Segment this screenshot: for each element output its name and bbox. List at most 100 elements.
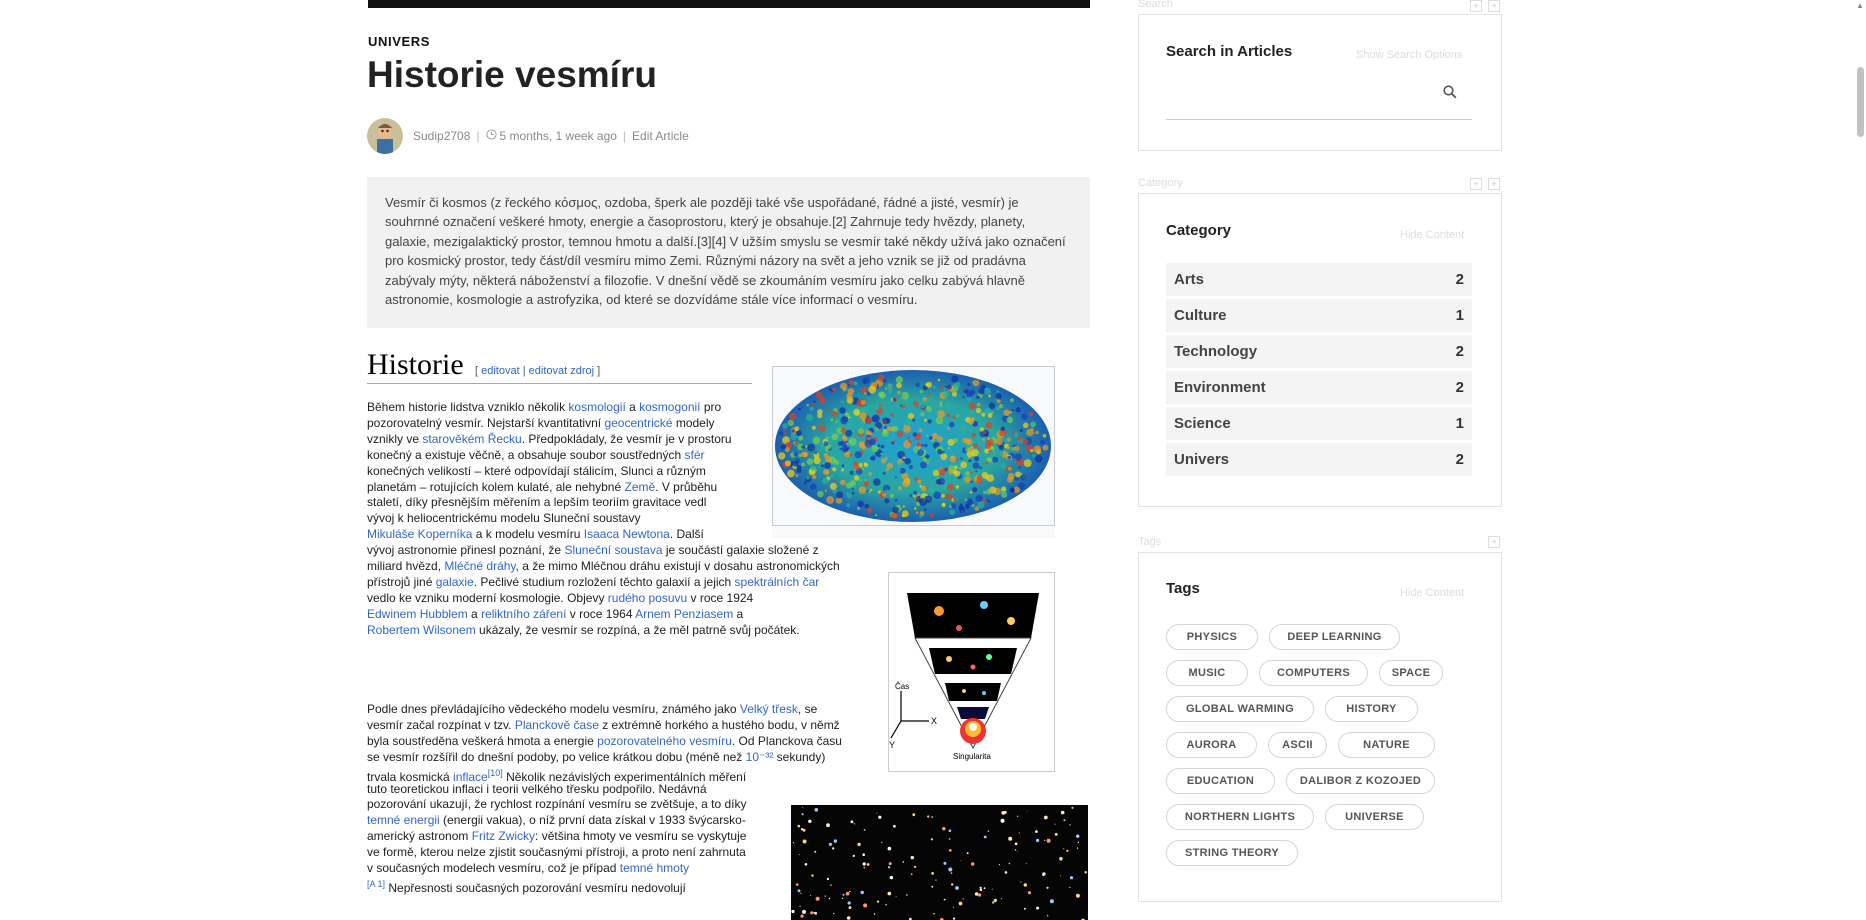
wiki-link[interactable]: galaxie [436, 575, 474, 589]
category-name: Technology [1174, 343, 1258, 360]
category-item-culture[interactable]: Culture 1 [1166, 299, 1472, 332]
category-item-arts[interactable]: Arts 2 [1166, 263, 1472, 296]
article-summary: Vesmír či kosmos (z řeckého κόσμος, ozdo… [367, 177, 1090, 328]
category-item-environment[interactable]: Environment 2 [1166, 371, 1472, 404]
tag-universe[interactable]: UNIVERSE [1325, 804, 1424, 830]
category-count: 2 [1455, 343, 1464, 360]
wiki-link[interactable]: kosmogonií [639, 400, 700, 414]
wiki-link[interactable]: pozorovatelného vesmíru [597, 734, 732, 748]
widget-toggle-icon[interactable]: + [1488, 536, 1500, 548]
wiki-link[interactable]: Isaaca Newtona [584, 527, 670, 541]
wiki-link[interactable]: Arnem Penziasem [635, 607, 733, 621]
text: vesmír začal rozpínat v tzv. [367, 717, 515, 732]
wiki-link[interactable]: Mikuláše Koperníka [367, 527, 472, 541]
wiki-link[interactable]: kosmologií [568, 400, 625, 414]
category-item-technology[interactable]: Technology 2 [1166, 335, 1472, 368]
tag-aurora[interactable]: AURORA [1166, 732, 1257, 758]
tags-widget-label: Tags [1138, 536, 1162, 548]
author-name[interactable]: Sudip2708 [413, 129, 470, 143]
wiki-link[interactable]: 10⁻³² [746, 750, 774, 764]
edit-source-link[interactable]: editovat zdroj [529, 365, 594, 377]
text: a [625, 400, 640, 414]
text: Během historie lidstva vzniklo několik [367, 400, 569, 414]
tag-nature[interactable]: NATURE [1338, 732, 1435, 758]
category-item-univers[interactable]: Univers 2 [1166, 443, 1472, 476]
widget-toggle-icon[interactable]: + [1488, 178, 1500, 190]
category-count: 2 [1455, 271, 1464, 288]
text: vývoj astronomie přinesl poznání, že [367, 543, 565, 558]
edit-article-link[interactable]: Edit Article [632, 129, 689, 143]
widget-toggle-icon[interactable]: + [1470, 178, 1482, 190]
tag-dalibor-z-kozojed[interactable]: DALIBOR Z KOZOJED [1286, 768, 1435, 794]
deep-field-image[interactable] [791, 805, 1088, 920]
wiki-link[interactable]: Planckově čase [515, 718, 599, 732]
text: tuto teoretickou inflaci i teorii velkéh… [367, 781, 707, 796]
tag-string-theory[interactable]: STRING THEORY [1166, 840, 1298, 866]
wiki-link[interactable]: geocentrické [604, 416, 672, 430]
text: staletí, díky přesnějším měřením a lepší… [367, 495, 707, 510]
axis-y-label: Y [889, 740, 895, 750]
wiki-link[interactable]: Sluneční soustava [564, 543, 662, 557]
tag-ascii[interactable]: ASCII [1268, 732, 1327, 758]
text: . Další [669, 527, 704, 542]
wiki-link[interactable]: Robertem Wilsonem [367, 623, 476, 637]
wiki-link[interactable]: Velký třesk [740, 702, 798, 716]
category-count: 1 [1455, 415, 1464, 432]
tag-global-warming[interactable]: GLOBAL WARMING [1166, 696, 1314, 722]
tag-deep-learning[interactable]: DEEP LEARNING [1269, 624, 1400, 650]
text: (energii vakua), o níž první data získal… [439, 813, 746, 828]
edit-section-link[interactable]: editovat [481, 365, 520, 377]
tag-northern-lights[interactable]: NORTHERN LIGHTS [1166, 804, 1314, 830]
wiki-link[interactable]: spektrálních čar [735, 575, 820, 589]
category-hide-link[interactable]: Hide Content [1400, 229, 1464, 241]
widget-toggle-icon[interactable]: + [1470, 0, 1482, 12]
wiki-link[interactable]: reliktního záření [481, 607, 566, 621]
search-input[interactable] [1166, 119, 1472, 120]
text: přístrojů jiné [367, 574, 436, 589]
text: v současných modelech vesmíru, což je př… [367, 861, 620, 875]
search-options-link[interactable]: Show Search Options [1356, 49, 1462, 61]
tag-education[interactable]: EDUCATION [1166, 768, 1275, 794]
universe-expansion-diagram[interactable]: Čas X Y Singularita [888, 572, 1055, 772]
text: miliard hvězd, [367, 559, 445, 573]
axis-x-label: X [931, 716, 937, 726]
wiki-link[interactable]: Země [624, 480, 655, 494]
wiki-link[interactable]: Fritz Zwicky [472, 829, 535, 843]
text: vedlo ke vzniku moderní kosmologie. Obje… [367, 590, 608, 605]
wiki-link[interactable]: Edwinem Hubblem [367, 607, 468, 621]
text: a [733, 606, 744, 621]
text: modely [672, 415, 715, 430]
wiki-link[interactable]: starověkém Řecku [422, 432, 521, 446]
category-name: Science [1174, 415, 1231, 432]
text: Nepřesnosti současných pozorování vesmír… [385, 880, 686, 895]
scrollbar-thumb[interactable] [1857, 67, 1864, 137]
text: americký astronom [367, 829, 472, 844]
scroll-up-icon[interactable]: ▲ [1856, 2, 1864, 10]
wiki-link[interactable]: temné energii [367, 813, 440, 827]
tag-computers[interactable]: COMPUTERS [1259, 660, 1368, 686]
cmb-map-image[interactable] [772, 366, 1055, 526]
avatar[interactable] [367, 118, 403, 154]
wiki-link[interactable]: Mléčné dráhy [444, 559, 515, 573]
search-icon[interactable] [1443, 85, 1457, 99]
category-item-science[interactable]: Science 1 [1166, 407, 1472, 440]
category-name: Culture [1174, 307, 1227, 324]
text: konečný a existuje věčně, a obsahuje sou… [367, 447, 685, 462]
widget-toggle-icon[interactable]: + [1488, 0, 1500, 12]
scrollbar[interactable]: ▲ [1854, 0, 1866, 920]
text: pro [700, 400, 722, 414]
wiki-link[interactable]: temné hmoty [620, 861, 689, 875]
article-category[interactable]: UNIVERS [368, 34, 430, 49]
tag-history[interactable]: HISTORY [1325, 696, 1418, 722]
tag-physics[interactable]: PHYSICS [1166, 624, 1258, 650]
tag-space[interactable]: SPACE [1379, 660, 1443, 686]
tags-hide-link[interactable]: Hide Content [1400, 587, 1464, 599]
text: . Předpokládaly, že vesmír je v prostoru [521, 431, 732, 446]
wiki-link[interactable]: sfér [685, 448, 705, 462]
reference-link[interactable]: [A 1] [367, 879, 385, 889]
article-meta: Sudip2708 | 5 months, 1 week ago | Edit … [367, 118, 689, 154]
wiki-link[interactable]: rudého posuvu [608, 591, 687, 605]
tag-music[interactable]: MUSIC [1166, 660, 1248, 686]
reference-link[interactable]: [10] [488, 768, 503, 778]
category-count: 2 [1455, 379, 1464, 396]
